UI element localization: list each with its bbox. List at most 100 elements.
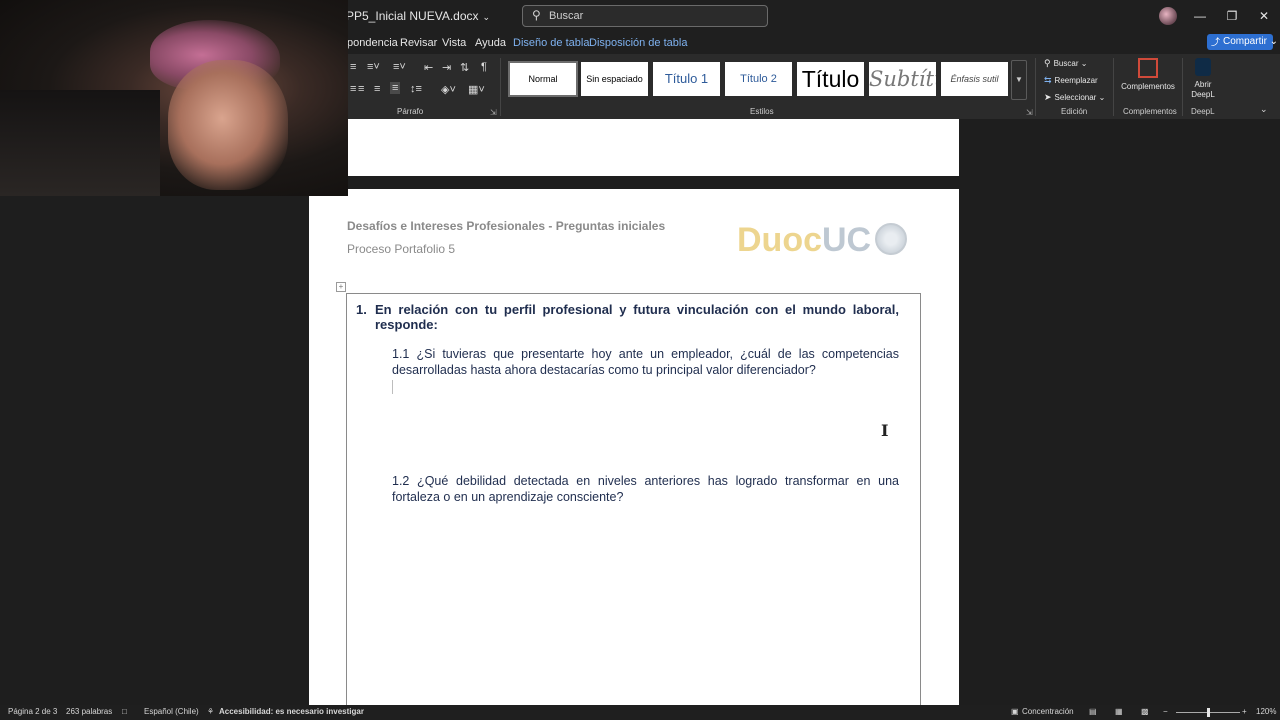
text-caret — [392, 380, 393, 394]
complements-button[interactable]: Complementos — [1118, 56, 1178, 102]
zoom-in-icon[interactable]: + — [1242, 707, 1247, 716]
logo-text-duoc: Duoc — [737, 221, 822, 259]
line-spacing-icon[interactable]: ↕≡ — [410, 83, 422, 95]
page-header-subtitle: Proceso Portafolio 5 — [347, 242, 456, 256]
tab-revisar[interactable]: Revisar — [400, 37, 437, 49]
collapse-ribbon-icon[interactable]: ⌄ — [1260, 104, 1268, 115]
share-icon: ⤴ — [1211, 37, 1221, 47]
replace-label: Reemplazar — [1054, 76, 1098, 85]
document-canvas[interactable]: Desafíos e Intereses Profesionales - Pre… — [0, 119, 1280, 705]
shading-icon[interactable]: ◈˅ — [441, 83, 456, 96]
align-right-icon[interactable]: ≡ — [374, 83, 380, 95]
accessibility-icon: ⚘ — [207, 707, 215, 716]
question-table-cell[interactable]: 1. En relación con tu perfil profesional… — [346, 293, 921, 705]
search-box[interactable]: ⚲ — [522, 5, 768, 27]
style-enfasis-sutil[interactable]: Énfasis sutil — [941, 62, 1008, 96]
web-layout-icon[interactable]: ▩ — [1141, 707, 1149, 716]
align-left-icon[interactable]: ≡ — [350, 83, 356, 95]
avatar[interactable] — [1159, 7, 1177, 25]
tab-ayuda[interactable]: Ayuda — [475, 37, 506, 49]
zoom-out-icon[interactable]: − — [1163, 707, 1168, 716]
duoc-uc-logo: DuocUC — [737, 221, 907, 261]
question-1-number: 1. — [356, 302, 367, 317]
word-count[interactable]: 263 palabras — [66, 707, 112, 716]
logo-wordmark: DuocUC — [737, 221, 871, 260]
proofing-icon[interactable]: □ — [122, 707, 127, 716]
chevron-down-icon: ⌄ — [1078, 59, 1088, 68]
deepl-group-label: DeepL — [1191, 107, 1215, 116]
restore-icon[interactable]: ❐ — [1220, 6, 1244, 26]
chevron-down-icon: ⌄ — [482, 12, 491, 22]
find-button[interactable]: ⚲ Buscar ⌄ — [1044, 58, 1087, 69]
sort-icon[interactable]: ⇅ — [460, 61, 469, 74]
page-indicator[interactable]: Página 2 de 3 — [8, 707, 57, 716]
styles-launcher-icon[interactable]: ⇲ — [1026, 108, 1033, 117]
tab-correspondencia[interactable]: pondencia — [347, 37, 398, 49]
chevron-down-icon: ⌄ — [1266, 36, 1279, 47]
document-title[interactable]: PP5_Inicial NUEVA.docx ⌄ — [346, 9, 490, 23]
numbering-icon[interactable]: ≡˅ — [367, 61, 380, 73]
current-page[interactable]: Desafíos e Intereses Profesionales - Pre… — [309, 189, 959, 705]
zoom-level[interactable]: 120% — [1256, 707, 1276, 716]
deepl-button[interactable]: Abrir DeepL — [1187, 56, 1219, 104]
style-normal[interactable]: Normal — [508, 61, 578, 97]
print-layout-icon[interactable]: ▦ — [1115, 707, 1123, 716]
share-button[interactable]: ⤴ Compartir ⌄ — [1207, 34, 1278, 50]
ribbon-divider — [1113, 58, 1114, 116]
deepl-icon — [1195, 58, 1211, 76]
styles-more-button[interactable]: ▼ — [1011, 60, 1027, 100]
style-sin-espaciado[interactable]: Sin espaciado — [581, 62, 648, 96]
align-center-icon[interactable]: ≡ — [358, 83, 364, 95]
chevron-down-icon: ▼ — [1015, 75, 1023, 84]
select-button[interactable]: ➤ Seleccionar ⌄ — [1044, 92, 1105, 103]
style-titulo[interactable]: Título — [797, 62, 864, 96]
borders-icon[interactable]: ▦˅ — [468, 83, 485, 96]
complements-label: Complementos — [1121, 82, 1175, 91]
justify-icon[interactable]: ≡ — [390, 82, 401, 94]
increase-indent-icon[interactable]: ⇥ — [442, 61, 451, 74]
replace-button[interactable]: ⇆ Reemplazar — [1044, 75, 1098, 86]
document-title-text: PP5_Inicial NUEVA.docx — [346, 9, 479, 23]
focus-icon: ▣ — [1011, 707, 1019, 716]
webcam-overlay — [0, 0, 348, 196]
logo-text-uc: UC — [822, 221, 872, 259]
select-label: Seleccionar — [1054, 93, 1097, 102]
multilevel-list-icon[interactable]: ≡˅ — [393, 61, 406, 73]
complements-icon — [1138, 58, 1158, 78]
style-subtitulo[interactable]: Subtítu — [869, 62, 936, 96]
page-header-title: Desafíos e Intereses Profesionales - Pre… — [347, 219, 666, 233]
read-mode-icon[interactable]: ▤ — [1089, 707, 1097, 716]
complements-group-label: Complementos — [1123, 107, 1177, 116]
bullets-icon[interactable]: ≡ — [350, 61, 356, 73]
search-input[interactable] — [549, 8, 759, 24]
tab-disposicion-de-tabla[interactable]: Disposición de tabla — [589, 37, 687, 49]
tab-vista[interactable]: Vista — [442, 37, 466, 49]
search-icon: ⚲ — [532, 8, 541, 22]
tab-diseno-de-tabla[interactable]: Diseño de tabla — [513, 37, 589, 49]
focus-mode-button[interactable]: Concentración — [1022, 707, 1074, 716]
table-move-handle[interactable]: + — [336, 282, 346, 292]
minimize-icon[interactable]: — — [1188, 6, 1212, 26]
language-indicator[interactable]: Español (Chile) — [144, 707, 199, 716]
style-titulo-2[interactable]: Título 2 — [725, 62, 792, 96]
previous-page — [309, 119, 959, 176]
edit-group-label: Edición — [1061, 107, 1088, 116]
webcam-person-face — [168, 60, 288, 190]
decrease-indent-icon[interactable]: ⇤ — [424, 61, 433, 74]
style-titulo-1[interactable]: Título 1 — [653, 62, 720, 96]
accessibility-status[interactable]: Accesibilidad: es necesario investigar — [219, 707, 364, 716]
logo-seal — [875, 223, 907, 255]
paragraph-launcher-icon[interactable]: ⇲ — [490, 108, 497, 117]
ribbon-divider — [1035, 58, 1036, 116]
zoom-slider-thumb[interactable] — [1207, 708, 1210, 717]
question-1-text: En relación con tu perfil profesional y … — [375, 302, 899, 332]
status-bar: Página 2 de 3 263 palabras □ Español (Ch… — [0, 705, 1280, 720]
mouse-ibeam-cursor: I — [881, 421, 889, 440]
show-formatting-icon[interactable]: ¶ — [481, 61, 487, 73]
close-icon[interactable]: ✕ — [1252, 6, 1276, 26]
ribbon-divider — [1182, 58, 1183, 116]
replace-icon: ⇆ — [1044, 75, 1052, 85]
styles-group-label: Estilos — [750, 107, 774, 116]
question-1-1: 1.1 ¿Si tuvieras que presentarte hoy ant… — [392, 347, 899, 377]
share-label: Compartir — [1223, 36, 1267, 47]
